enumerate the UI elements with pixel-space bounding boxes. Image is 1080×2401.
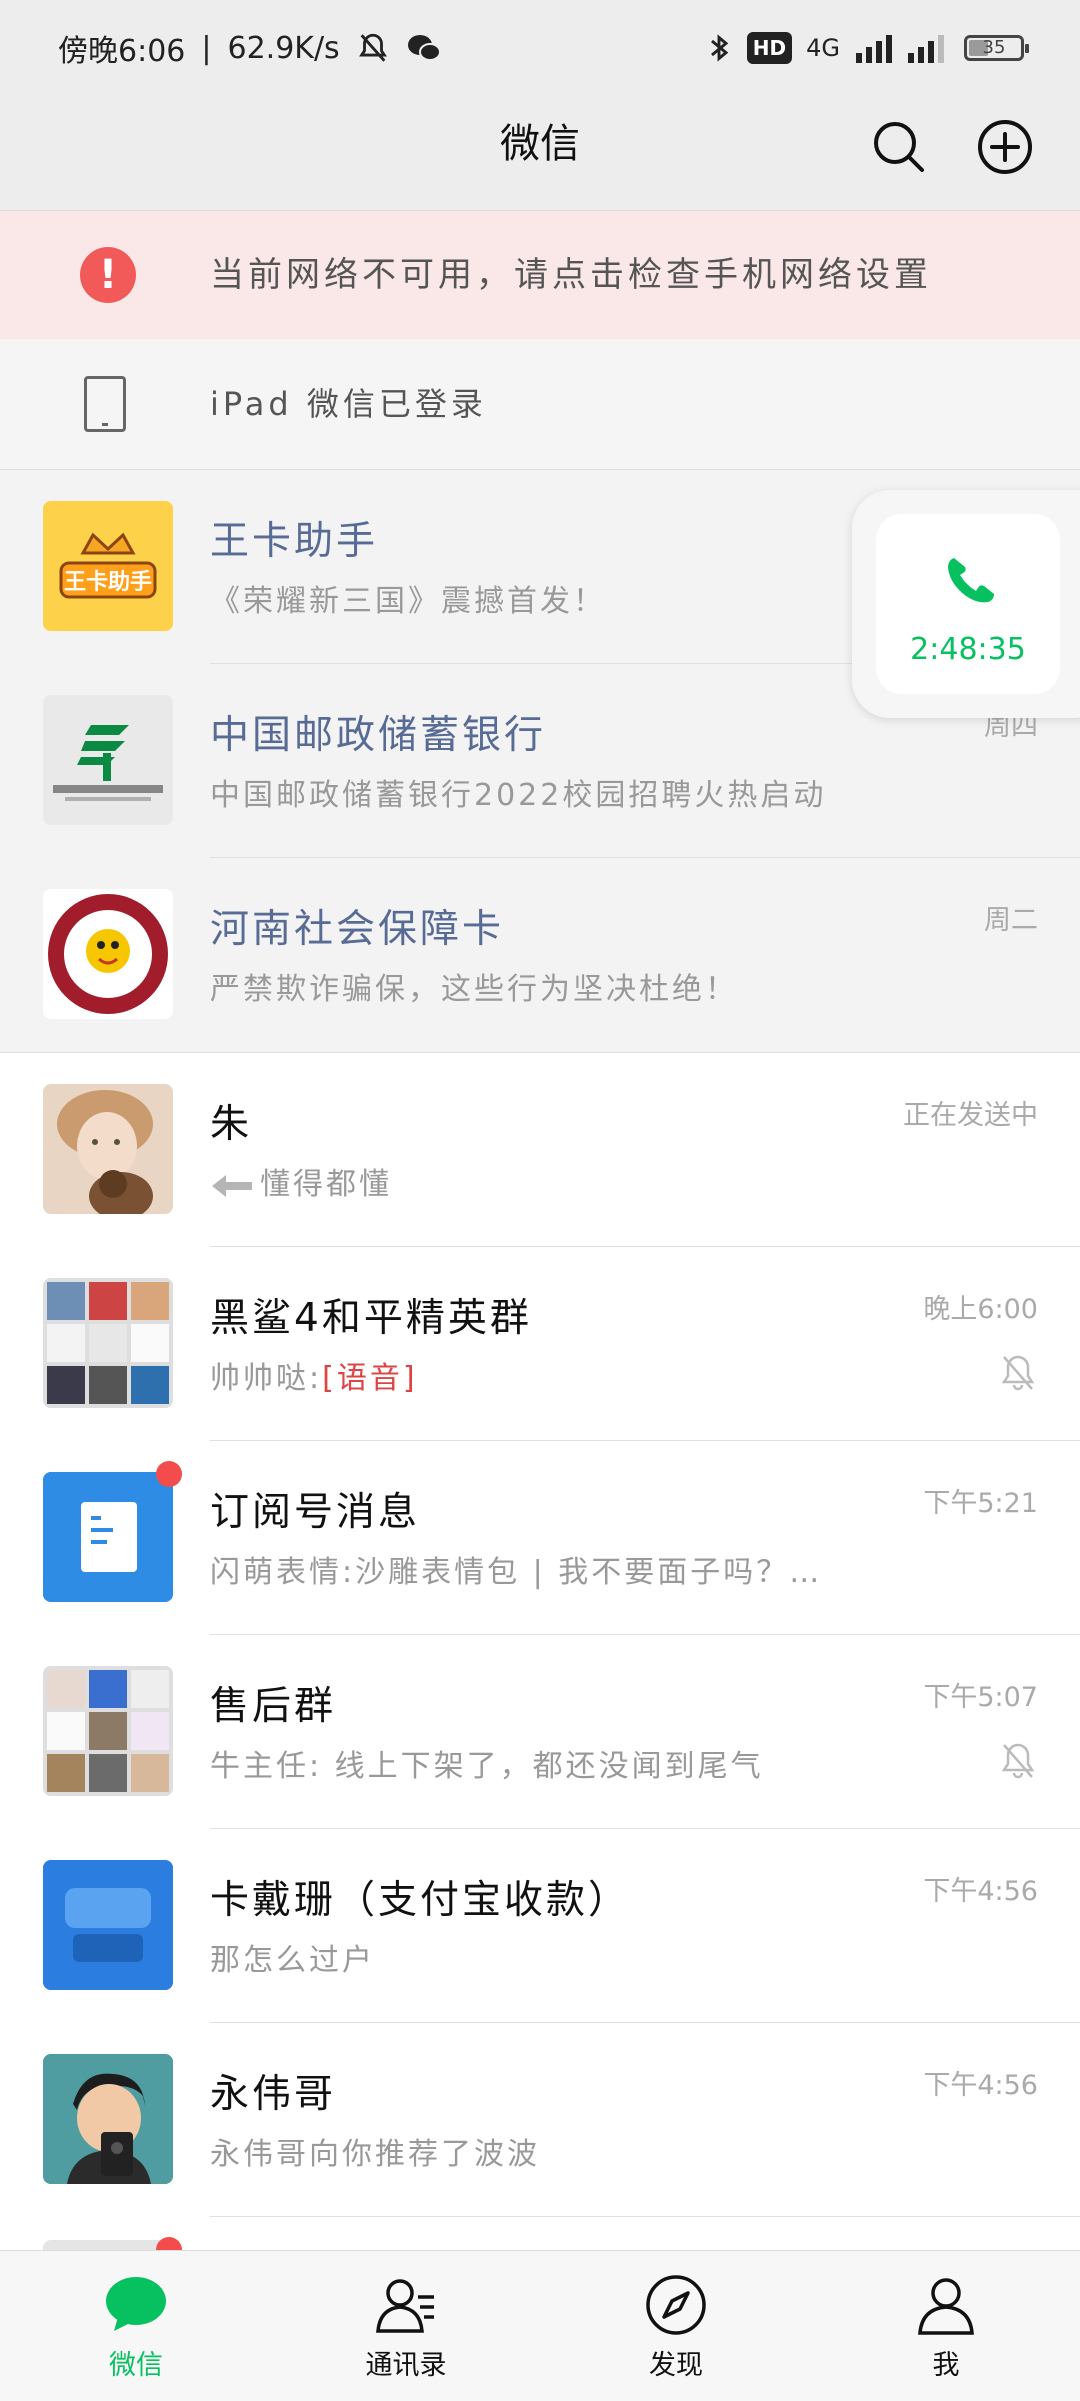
chat-preview: 那怎么过户 [210,1943,375,1978]
alert-icon: ! [80,247,136,303]
chat-item[interactable]: 订阅号消息 闪萌表情:沙雕表情包 | 我不要面子吗？… 下午5:21 [0,1441,1080,1635]
tab-label: 通讯录 [365,2350,447,2381]
chat-item[interactable]: 永伟哥 永伟哥向你推荐了波波 下午4:56 [0,2023,1080,2217]
avatar [43,1084,173,1214]
chat-item[interactable]: 黑鲨4和平精英群 帅帅哒:[语音] 晚上6:00 [0,1247,1080,1441]
chat-preview-sender: 帅帅哒: [210,1361,323,1396]
chat-time: 下午4:56 [923,2070,1038,2101]
chat-preview: 《荣耀新三国》震撼首发！ [210,584,606,619]
avatar [43,1666,173,1796]
unread-dot [156,1461,182,1487]
bell-off-icon [358,33,387,62]
chat-name: 永伟哥 [210,2072,337,2117]
tab-label: 我 [932,2350,960,2381]
tab-label: 发现 [649,2350,703,2381]
tab-chats[interactable]: 微信 [36,2251,236,2401]
chat-preview: 中国邮政储蓄银行2022校园招聘火热启动 [210,778,827,813]
person-icon [918,2278,974,2335]
chat-item[interactable]: 卡戴珊（支付宝收款） 那怎么过户 下午4:56 [0,1829,1080,2023]
floating-call-window[interactable]: 2:48:35 [852,490,1080,718]
network-warning-text: 当前网络不可用，请点击检查手机网络设置 [210,255,932,295]
tab-label: 微信 [109,2350,163,2381]
wechat-notify-icon [407,35,441,61]
chat-preview-row: 懂得都懂 [210,1159,392,1203]
avatar [43,2240,173,2250]
status-speed: 62.9K/s [227,30,340,66]
avatar [43,1860,173,1990]
status-separator: | [201,30,212,66]
tab-me[interactable]: 我 [846,2251,1046,2401]
phone-icon [948,558,994,603]
avatar [43,2054,173,2184]
chat-preview: 牛主任: 线上下架了，都还没闻到尾气 [210,1749,764,1784]
chat-name: 中国邮政储蓄银行 [210,713,547,758]
avatar [43,1278,173,1408]
status-time: 傍晚6:06 [58,34,186,69]
chat-time: 下午4:56 [923,1876,1038,1907]
network-label: 4G [806,34,840,62]
chat-time: 下午5:21 [923,1488,1038,1519]
chat-preview-row: 帅帅哒:[语音] [210,1353,418,1397]
battery-level: 35 [982,37,1006,58]
chat-name: 河南社会保障卡 [210,907,505,952]
mute-bell-icon [1001,1743,1035,1779]
compass-icon [646,2275,706,2335]
contacts-icon [376,2279,434,2333]
call-duration: 2:48:35 [910,632,1026,667]
chat-name: 黑鲨4和平精英群 [210,1296,532,1341]
battery-icon: 35 [964,35,1029,61]
search-icon[interactable] [870,118,928,176]
chat-name: 售后群 [210,1684,337,1729]
chat-name: 朱 [210,1102,253,1147]
tablet-icon [84,376,126,432]
bluetooth-icon [710,34,729,62]
chat-preview: 懂得都懂 [260,1167,392,1202]
chat-item[interactable]: 朱 懂得都懂 正在发送中 [0,1053,1080,1247]
network-warning-banner[interactable]: ! 当前网络不可用，请点击检查手机网络设置 [0,210,1080,340]
chat-preview: 永伟哥向你推荐了波波 [210,2137,540,2172]
title-bar: 微信 [0,96,1080,210]
chat-name: 王卡助手 [210,519,379,564]
hd-badge: HD [746,32,793,64]
chat-preview: 闪萌表情:沙雕表情包 | 我不要面子吗？… [210,1555,823,1590]
avatar: 王卡助手 [43,501,173,631]
tab-discover[interactable]: 发现 [576,2251,776,2401]
chat-item[interactable]: 售后群 牛主任: 线上下架了，都还没闻到尾气 下午5:07 [0,1635,1080,1829]
ipad-login-text: iPad 微信已登录 [210,385,487,423]
chat-item[interactable]: 河南社会保障卡 严禁欺诈骗保，这些行为坚决杜绝！ 周二 [0,858,1080,1052]
avatar [43,1472,173,1602]
chat-name: 卡戴珊（支付宝收款） [210,1878,631,1923]
signal-icon [856,35,944,63]
status-bar: 傍晚6:06 | 62.9K/s HD 4G 35 [0,0,1080,96]
chat-time: 下午5:07 [923,1682,1038,1713]
chat-time: 周二 [984,905,1038,936]
tab-bar: 微信 通讯录 发现 我 [0,2250,1080,2401]
sending-arrow-icon [212,1174,252,1197]
chat-preview: [语音] [322,1361,418,1396]
chat-preview: 严禁欺诈骗保，这些行为坚决杜绝！ [210,972,738,1007]
mute-bell-icon [1001,1355,1035,1391]
plus-circle-icon[interactable] [976,118,1034,176]
chat-time: 正在发送中 [903,1100,1038,1131]
avatar [43,889,173,1019]
svg-text:王卡助手: 王卡助手 [64,570,152,595]
avatar [43,695,173,825]
unread-dot [156,2237,182,2250]
chat-time: 晚上6:00 [923,1294,1038,1325]
ipad-login-banner[interactable]: iPad 微信已登录 [0,339,1080,470]
tab-contacts[interactable]: 通讯录 [306,2251,506,2401]
chat-name: 订阅号消息 [210,1490,421,1535]
chat-bubble-icon [106,2277,166,2331]
